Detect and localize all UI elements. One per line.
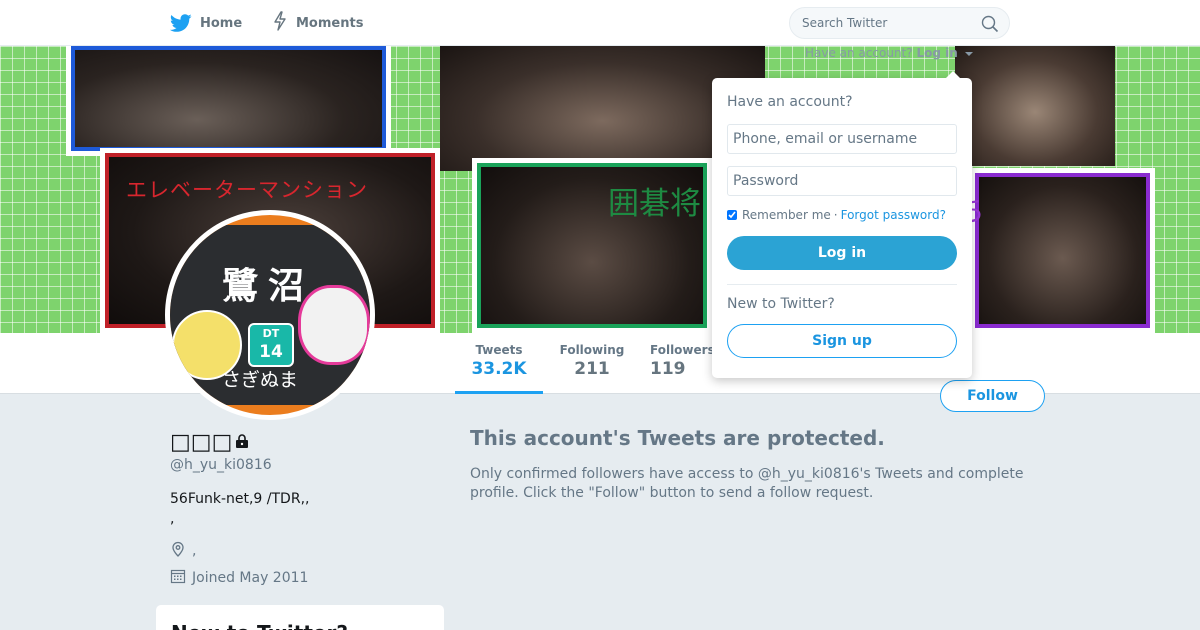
- banner-photo: [66, 46, 391, 156]
- twitter-bird-icon: [170, 12, 192, 34]
- profile-join-date-text: Joined May 2011: [192, 570, 309, 586]
- new-to-twitter-heading: New to Twitter?: [727, 296, 835, 312]
- search-box: [789, 7, 1010, 39]
- nav-home[interactable]: Home: [170, 0, 242, 46]
- signup-button[interactable]: Sign up: [727, 324, 957, 358]
- forgot-password-link[interactable]: Forgot password?: [841, 208, 946, 222]
- location-pin-icon: [170, 541, 186, 561]
- stat-followers[interactable]: Followers 119: [650, 343, 720, 379]
- login-dropdown-heading: Have an account?: [727, 94, 853, 110]
- banner-photo: [970, 168, 1155, 333]
- remember-row: Remember me · Forgot password?: [727, 208, 946, 222]
- caret-down-icon: [964, 51, 973, 56]
- avatar[interactable]: 鷺沼 DT 14 さぎぬま: [165, 210, 375, 420]
- login-link[interactable]: Log in: [916, 46, 957, 60]
- signup-card: New to Twitter?: [156, 605, 444, 630]
- profile-location-text: ,: [192, 543, 197, 559]
- remember-me-label[interactable]: Remember me: [742, 208, 831, 222]
- nav-moments[interactable]: Moments: [272, 0, 363, 46]
- stat-following-label: Following: [559, 343, 625, 357]
- top-nav-bar: Home Moments: [0, 0, 1200, 46]
- stat-followers-value: 119: [650, 359, 686, 379]
- banner-sign-text: エレベーターマンション: [126, 178, 368, 202]
- login-dropdown: Have an account? Remember me · Forgot pa…: [712, 71, 972, 378]
- profile-name: □□□: [170, 430, 250, 455]
- stat-tweets-value: 33.2K: [471, 359, 527, 379]
- username-field[interactable]: [727, 124, 957, 154]
- avatar-station-code: DT 14: [248, 323, 294, 367]
- calendar-icon: [170, 568, 186, 588]
- profile-location: ,: [170, 541, 196, 561]
- nav-home-label: Home: [200, 15, 243, 31]
- stat-following[interactable]: Following 211: [552, 343, 632, 379]
- banner-photo: [955, 46, 1115, 166]
- protected-message: Only confirmed followers have access to …: [470, 466, 1024, 501]
- search-icon[interactable]: [981, 15, 999, 37]
- stat-following-value: 211: [574, 359, 610, 379]
- profile-bio: 56Funk-net,9 /TDR,, ,: [170, 491, 310, 527]
- password-field[interactable]: [727, 166, 957, 196]
- search-input[interactable]: [802, 8, 972, 38]
- nav-moments-label: Moments: [296, 15, 364, 31]
- lock-icon: [234, 430, 250, 455]
- stat-tweets-label: Tweets: [475, 343, 523, 357]
- lightning-icon: [272, 11, 288, 35]
- follow-button[interactable]: Follow: [940, 380, 1045, 412]
- avatar-mascot: [298, 285, 370, 365]
- stat-tweets[interactable]: Tweets 33.2K: [455, 343, 543, 394]
- have-account-text: Have an account?: [805, 46, 913, 60]
- stat-followers-label: Followers: [650, 343, 715, 357]
- signup-card-title: New to Twitter?: [171, 621, 348, 630]
- protected-title: This account's Tweets are protected.: [470, 426, 885, 450]
- login-dropdown-trigger[interactable]: Have an account? Log in: [805, 46, 973, 60]
- avatar-sign-kana: さぎぬま: [222, 369, 299, 391]
- remember-me-checkbox[interactable]: [727, 210, 737, 220]
- profile-join-date: Joined May 2011: [170, 568, 308, 588]
- divider: [727, 284, 957, 285]
- separator-dot: ·: [833, 208, 838, 222]
- banner-sign-text: 囲碁将: [608, 186, 701, 222]
- avatar-sign-kanji: 鷺沼: [222, 265, 315, 307]
- profile-name-text: □□□: [170, 430, 233, 455]
- profile-handle: @h_yu_ki0816: [170, 457, 272, 473]
- login-button[interactable]: Log in: [727, 236, 957, 270]
